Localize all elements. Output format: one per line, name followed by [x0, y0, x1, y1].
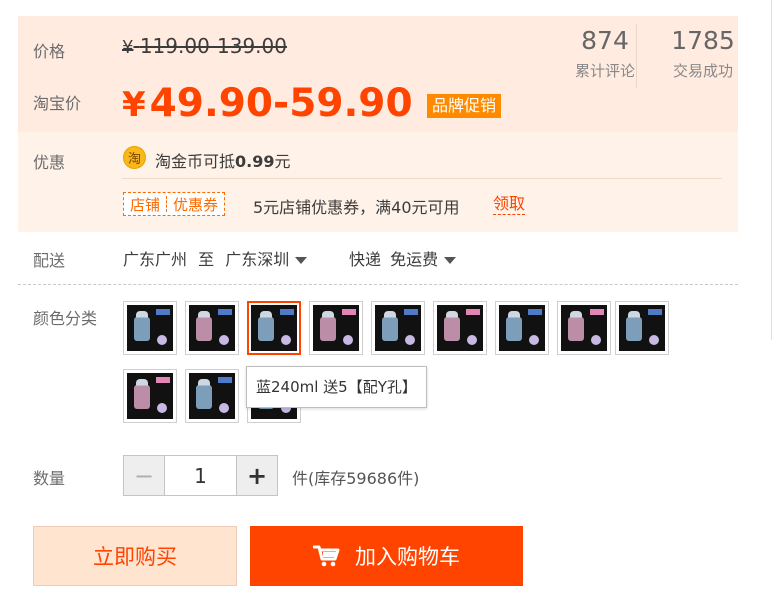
color-variant-swatch[interactable] — [185, 301, 239, 355]
variant-tooltip: 蓝240ml 送5【配Y孔】 — [246, 366, 427, 408]
quantity-stepper: − 1 + — [123, 455, 278, 496]
variant-thumbnail — [189, 305, 235, 351]
add-to-cart-button[interactable]: 加入购物车 — [250, 526, 523, 586]
variant-thumbnail — [313, 305, 359, 351]
taobao-price-value: 49.90-59.90 — [149, 81, 413, 126]
price-label: 价格 — [33, 42, 66, 61]
sold-count: 1785 — [671, 26, 735, 55]
color-variant-swatch[interactable] — [371, 301, 425, 355]
variant-thumbnail — [619, 305, 665, 351]
taobao-coin-icon: 淘 — [123, 146, 146, 169]
panel-right-edge — [771, 0, 772, 340]
variant-thumbnail — [437, 305, 483, 351]
sold-count-label: 交易成功 — [672, 62, 733, 80]
price-panel: 价格 ¥ 119.00-139.00 淘宝价 ¥49.90-59.90 品牌促销… — [18, 16, 738, 232]
stock-info: 件(库存59686件) — [292, 469, 420, 488]
original-price: ¥ 119.00-139.00 — [122, 34, 287, 58]
color-category-label: 颜色分类 — [33, 309, 98, 328]
variant-thumbnail — [189, 373, 235, 419]
ship-destination: 广东深圳 — [225, 250, 290, 269]
sold-count-stat: 1785 交易成功 — [648, 26, 758, 81]
add-to-cart-label: 加入购物车 — [355, 545, 460, 569]
variant-thumbnail — [561, 305, 607, 351]
section-divider — [18, 284, 738, 285]
review-count: 874 — [581, 26, 629, 55]
taobao-price-label: 淘宝价 — [33, 94, 82, 113]
color-variant-swatch[interactable] — [495, 301, 549, 355]
color-variant-swatch[interactable] — [433, 301, 487, 355]
coupon-description: 5元店铺优惠券，满40元可用 — [253, 198, 460, 217]
shipping-route[interactable]: 广东广州 至 广东深圳 — [123, 246, 308, 270]
ship-origin: 广东广州 — [123, 250, 188, 269]
shipping-label: 配送 — [33, 251, 66, 270]
quantity-decrease-button[interactable]: − — [124, 456, 164, 495]
promo-divider — [122, 178, 722, 179]
currency-symbol: ¥ — [122, 37, 134, 58]
shopping-cart-icon — [313, 545, 340, 567]
caret-down-icon — [295, 257, 308, 264]
brand-promo-tag: 品牌促销 — [427, 94, 502, 118]
ship-fee: 免运费 — [390, 250, 439, 269]
variant-thumbnail — [499, 305, 545, 351]
review-count-label: 累计评论 — [574, 62, 635, 80]
coin-discount-text: 淘金币可抵0.99元 — [155, 148, 291, 172]
variant-thumbnail — [127, 305, 173, 351]
stat-divider — [636, 24, 637, 88]
review-count-stat[interactable]: 874 累计评论 — [550, 26, 660, 81]
taobao-price: ¥49.90-59.90 — [122, 80, 413, 129]
store-coupon-badge: 店铺 优惠券 — [123, 192, 226, 216]
buy-now-button[interactable]: 立即购买 — [33, 526, 237, 586]
coupon-badge-coupon: 优惠券 — [173, 195, 219, 214]
promotion-label: 优惠 — [33, 153, 66, 172]
coin-amount: 0.99 — [235, 152, 275, 171]
color-variant-swatch-selected[interactable] — [247, 301, 301, 355]
variant-thumbnail — [251, 305, 297, 351]
shipping-method[interactable]: 快递 免运费 — [349, 246, 457, 270]
color-variant-swatch[interactable] — [309, 301, 363, 355]
caret-down-icon — [444, 257, 457, 264]
variant-thumbnail — [375, 305, 421, 351]
quantity-label: 数量 — [33, 469, 66, 488]
quantity-increase-button[interactable]: + — [237, 456, 277, 495]
coupon-badge-store: 店铺 — [130, 195, 161, 214]
color-variant-swatch[interactable] — [123, 301, 177, 355]
currency-symbol: ¥ — [122, 85, 146, 125]
coin-text-suffix: 元 — [274, 152, 291, 171]
quantity-input[interactable]: 1 — [164, 456, 237, 495]
color-variant-swatch[interactable] — [185, 369, 239, 423]
color-variant-swatch[interactable] — [557, 301, 611, 355]
original-price-value: 119.00-139.00 — [139, 34, 287, 58]
ship-method-name: 快递 — [349, 250, 382, 269]
color-variant-swatch[interactable] — [615, 301, 669, 355]
variant-thumbnail — [127, 373, 173, 419]
coin-text-prefix: 淘金币可抵 — [155, 152, 236, 171]
ship-to-word: 至 — [198, 250, 215, 269]
color-variant-swatch[interactable] — [123, 369, 177, 423]
claim-coupon-link[interactable]: 领取 — [493, 194, 526, 215]
